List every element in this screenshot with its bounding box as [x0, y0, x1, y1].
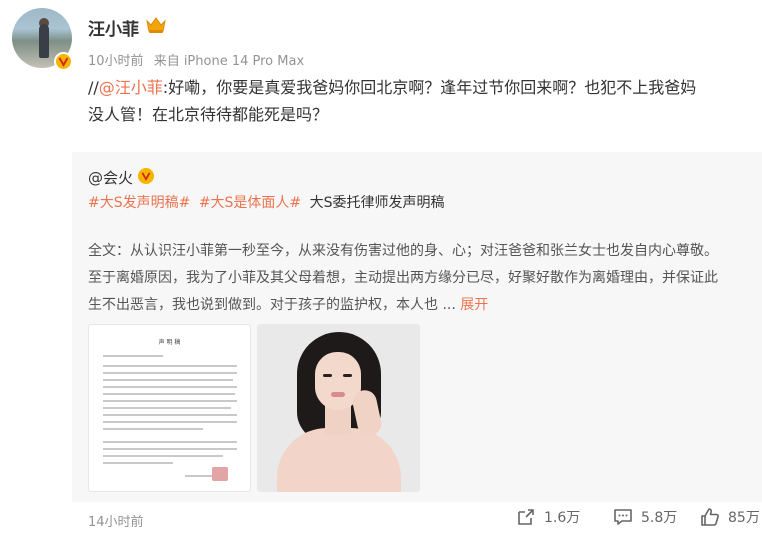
doc-line: [103, 365, 237, 367]
like-icon: [701, 508, 719, 526]
portrait-eye: [343, 374, 352, 377]
portrait-shoulders: [277, 428, 401, 492]
mention-link[interactable]: @汪小菲: [99, 78, 163, 97]
portrait-eye: [323, 374, 332, 377]
comment-button[interactable]: 5.8万: [613, 507, 677, 527]
doc-line: [185, 475, 215, 477]
doc-line: [103, 414, 237, 416]
doc-line: [103, 393, 235, 395]
expand-link[interactable]: 展开: [460, 297, 488, 313]
post-source: 来自 iPhone 14 Pro Max: [153, 54, 305, 69]
post-text: //@汪小菲:好嘞，你要是真爱我爸妈你回北京啊？逢年过节你回来啊？也犯不上我爸妈…: [88, 74, 753, 128]
like-count: 85万: [728, 510, 760, 526]
avatar-figure: [39, 24, 49, 58]
comment-icon: [614, 509, 632, 525]
post-text-line2: 没人管！在北京待待都能死是吗？: [88, 105, 329, 124]
repost-text-line3: 生不出恶言，我也说到做到。对于孩子的监护权，本人也 ...: [88, 297, 461, 313]
repost-tags: #大S发声明稿# #大S是体面人# 大S委托律师发声明稿: [88, 192, 445, 212]
repost-text-line2: 至于离婚原因，我为了小菲及其父母着想，主动提出两方缘分已尽，好聚好散作为离婚理由…: [88, 270, 718, 286]
share-count: 1.6万: [544, 510, 581, 526]
doc-line: [103, 386, 237, 388]
repost-headline: 大S委托律师发声明稿: [309, 195, 445, 211]
doc-line: [103, 448, 237, 450]
portrait-lips: [331, 392, 345, 397]
hashtag-link[interactable]: #大S是体面人#: [199, 195, 301, 211]
doc-line: [103, 400, 237, 402]
statement-image[interactable]: 声 明 稿: [88, 324, 251, 492]
post-time[interactable]: 10小时前: [88, 54, 144, 69]
doc-line: [103, 421, 237, 423]
doc-line: [103, 441, 237, 443]
crown-icon: [145, 16, 167, 38]
weibo-post: 汪小菲 10小时前 来自 iPhone 14 Pro Max //@汪小菲:好嘞…: [0, 0, 762, 537]
hashtag-link[interactable]: #大S发声明稿#: [88, 195, 190, 211]
doc-line: [103, 462, 173, 464]
doc-line: [103, 407, 231, 409]
repost-text-line1: 全文：从认识汪小菲第一秒至今，从来没有伤害过他的身、心；对汪爸爸和张兰女士也发自…: [88, 243, 718, 259]
post-text-line1: :好嘞，你要是真爱我爸妈你回北京啊？逢年过节你回来啊？也犯不上我爸妈: [162, 78, 697, 97]
doc-title: 声 明 稿: [158, 339, 181, 346]
share-button[interactable]: 1.6万: [516, 507, 580, 527]
doc-line: [103, 372, 237, 374]
repost-slash: //: [88, 78, 99, 97]
comment-count: 5.8万: [641, 510, 678, 526]
doc-line: [103, 355, 163, 357]
doc-line: [103, 428, 203, 430]
doc-line: [103, 379, 233, 381]
repost-author[interactable]: @会火: [88, 167, 133, 188]
author-name[interactable]: 汪小菲: [88, 15, 139, 40]
repost-verified-badge-icon: [137, 167, 155, 185]
doc-line: [103, 455, 223, 457]
post-meta: 10小时前 来自 iPhone 14 Pro Max: [88, 50, 310, 69]
verified-badge-icon: [54, 52, 73, 71]
repost-text: 全文：从认识汪小菲第一秒至今，从来没有伤害过他的身、心；对汪爸爸和张兰女士也发自…: [88, 238, 760, 319]
repost-time[interactable]: 14小时前: [88, 511, 144, 530]
like-button[interactable]: 85万: [700, 507, 760, 527]
share-icon: [518, 509, 534, 525]
doc-stamp: [212, 467, 228, 481]
portrait-image[interactable]: [257, 324, 420, 492]
